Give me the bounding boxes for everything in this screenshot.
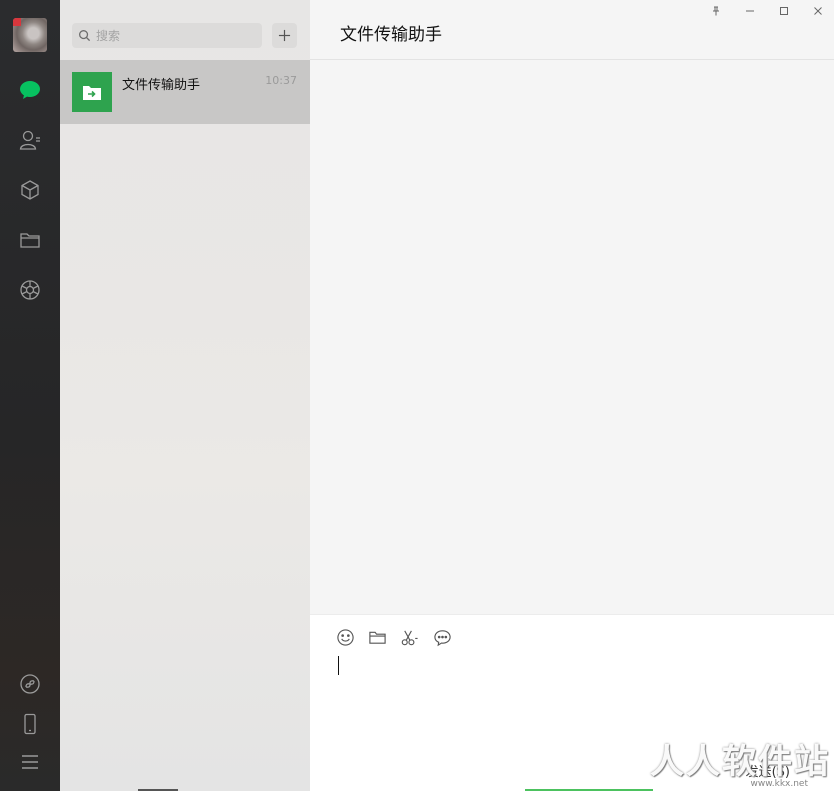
file-transfer-icon bbox=[72, 72, 112, 112]
folder-icon[interactable] bbox=[366, 627, 388, 647]
close-icon[interactable] bbox=[809, 3, 827, 19]
session-name: 文件传输助手 bbox=[122, 78, 201, 93]
search-icon bbox=[79, 30, 91, 42]
mini-program-icon[interactable] bbox=[18, 672, 42, 696]
page-title: 文件传输助手 bbox=[340, 25, 442, 45]
list-item[interactable]: 文件传输助手 10:37 bbox=[60, 60, 310, 124]
scissors-icon[interactable] bbox=[398, 627, 420, 647]
emoji-icon[interactable] bbox=[334, 627, 356, 647]
session-time: 10:37 bbox=[265, 74, 297, 87]
search-input[interactable] bbox=[96, 28, 256, 43]
contacts-icon[interactable] bbox=[18, 128, 42, 152]
plus-icon bbox=[278, 29, 291, 42]
phone-icon[interactable] bbox=[18, 712, 42, 736]
folder-icon[interactable] bbox=[18, 228, 42, 252]
chat-history-icon[interactable] bbox=[431, 627, 453, 647]
moments-icon[interactable] bbox=[18, 278, 42, 302]
minimize-icon[interactable] bbox=[741, 3, 759, 19]
add-chat-button[interactable] bbox=[272, 23, 297, 48]
message-area bbox=[310, 61, 834, 614]
avatar[interactable] bbox=[13, 18, 47, 52]
watermark-url: www.kkx.net bbox=[750, 779, 809, 789]
chat-header: 文件传输助手 bbox=[310, 0, 834, 60]
session-list-pane: 文件传输助手 10:37 bbox=[60, 0, 310, 791]
search-box[interactable] bbox=[72, 23, 262, 48]
message-composer[interactable]: 发送(S) 人人软件站 www.kkx.net bbox=[138, 614, 834, 791]
maximize-icon[interactable] bbox=[775, 3, 793, 19]
watermark: 人人软件站 bbox=[650, 742, 830, 782]
menu-icon[interactable] bbox=[18, 750, 42, 774]
pin-icon[interactable] bbox=[707, 3, 725, 19]
nav-rail bbox=[0, 0, 60, 791]
chat-pane: 文件传输助手 发送(S) 人人软件站 www.kkx.net bbox=[138, 0, 834, 791]
text-cursor bbox=[338, 656, 339, 675]
chat-icon[interactable] bbox=[18, 78, 42, 102]
cube-icon[interactable] bbox=[18, 178, 42, 202]
